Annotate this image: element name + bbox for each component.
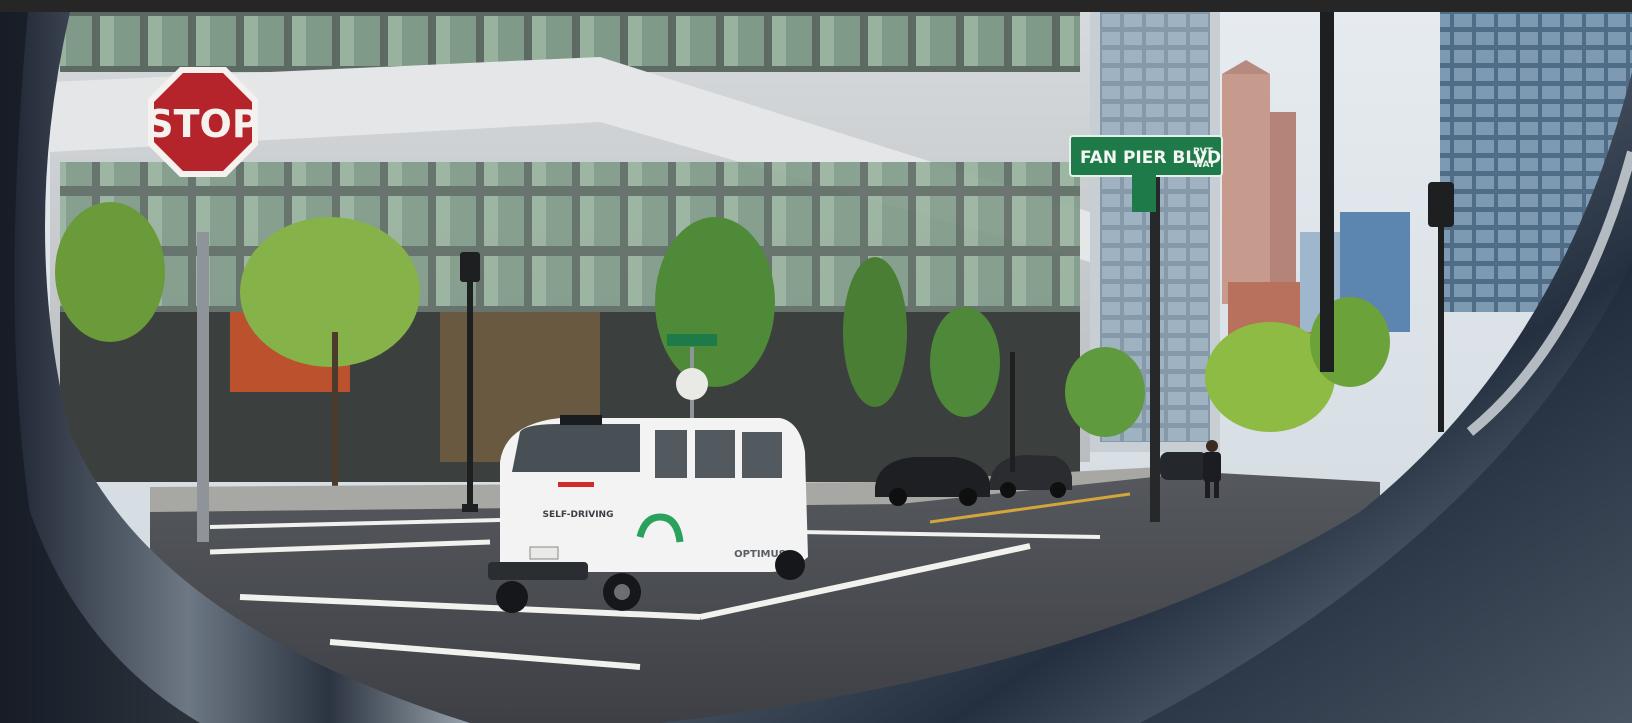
shuttle-plate bbox=[529, 546, 559, 560]
photo-frame: STOP FAN PIER BLVD PVT WAY SELF-DRIVING … bbox=[0, 0, 1632, 723]
shuttle-light-bar bbox=[558, 482, 594, 487]
shuttle-bumper bbox=[488, 562, 588, 580]
shuttle-side-window bbox=[695, 430, 735, 478]
shuttle-side-text: SELF-DRIVING bbox=[543, 510, 614, 520]
shuttle-side-window bbox=[655, 430, 687, 478]
shuttle-roof-sensor bbox=[560, 415, 602, 425]
stop-sign-text: STOP bbox=[146, 102, 259, 146]
top-border bbox=[0, 0, 1632, 12]
shuttle-front-window bbox=[512, 424, 640, 472]
shuttle-wheel bbox=[496, 581, 528, 613]
street-sign-suffix-top: PVT bbox=[1193, 147, 1214, 157]
shuttle-side-window bbox=[742, 432, 782, 478]
shuttle-wheel bbox=[775, 550, 805, 580]
stop-sign-pole bbox=[197, 232, 209, 542]
street-sign-suffix-bottom: WAY bbox=[1193, 160, 1216, 170]
street-sign-cross-plate bbox=[1132, 172, 1156, 212]
street-scene-photo: STOP FAN PIER BLVD PVT WAY SELF-DRIVING … bbox=[0, 12, 1632, 723]
